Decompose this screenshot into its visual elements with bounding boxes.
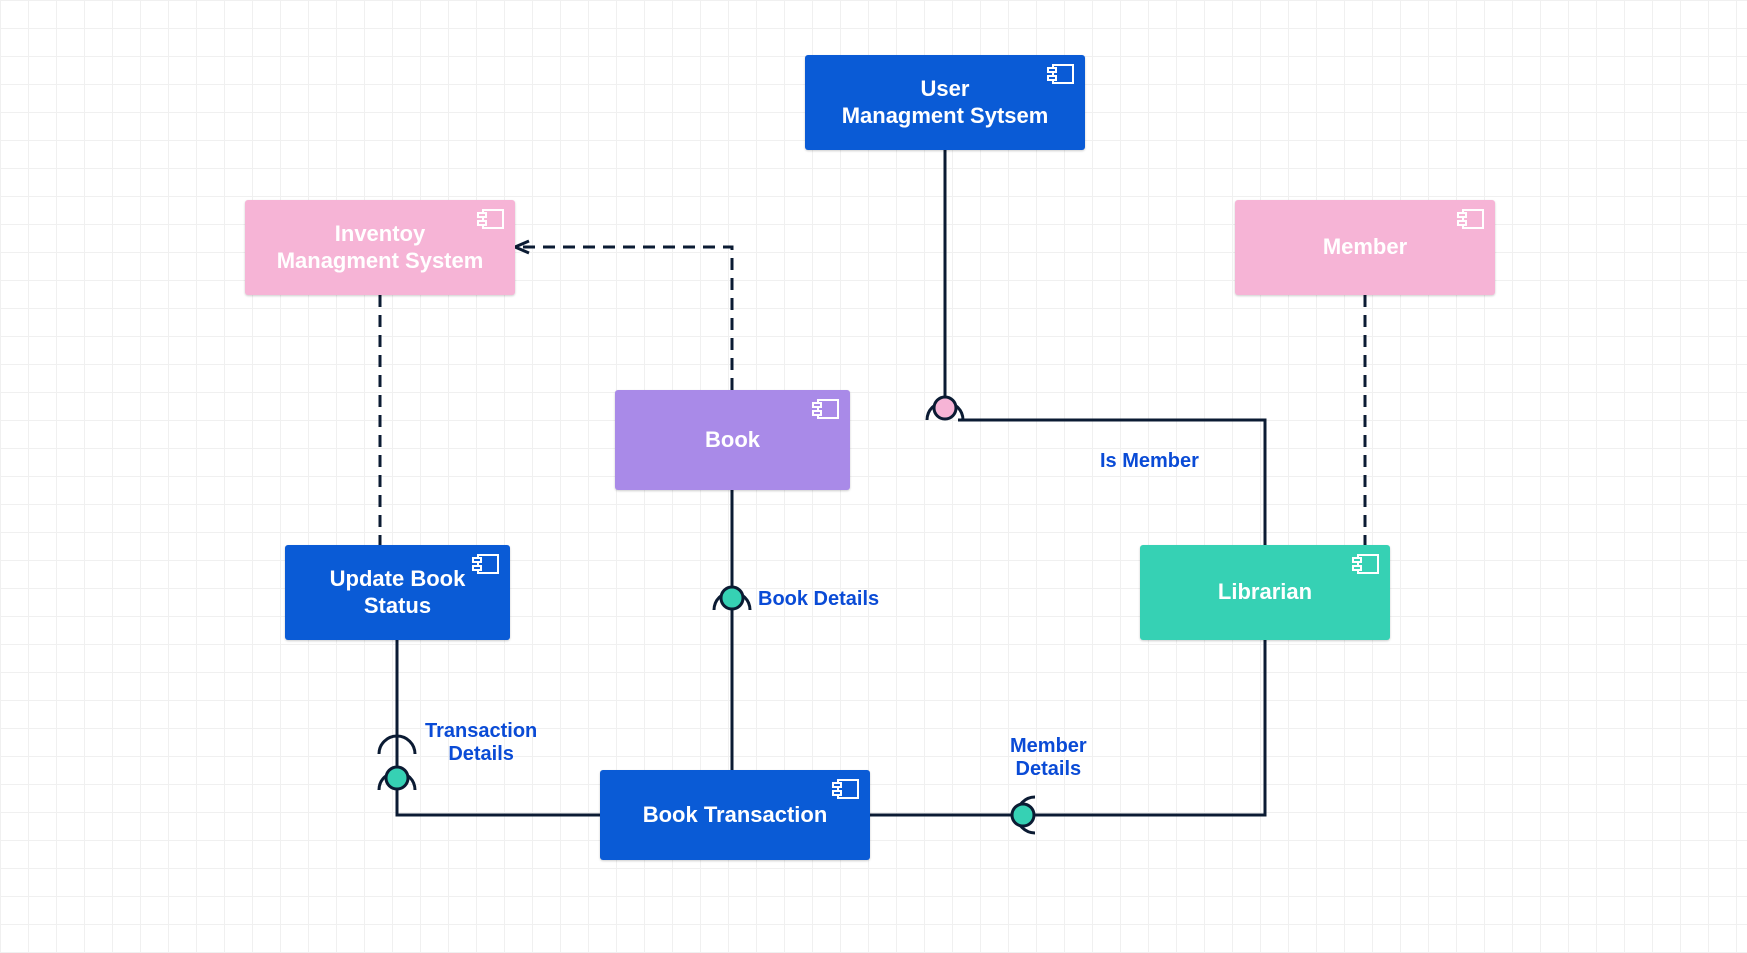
label-is-member: Is Member xyxy=(1100,450,1199,473)
edge-librarian-to-junction xyxy=(958,420,1265,545)
edge-book-to-inventory xyxy=(515,247,732,390)
component-icon xyxy=(1047,63,1075,85)
socket-txn-details-real xyxy=(379,772,415,790)
node-user-management[interactable]: UserManagment Sytsem xyxy=(805,55,1085,150)
component-icon xyxy=(1352,553,1380,575)
component-icon xyxy=(812,398,840,420)
node-label: Update BookStatus xyxy=(330,566,466,619)
node-label: Member xyxy=(1323,234,1407,260)
node-book[interactable]: Book xyxy=(615,390,850,490)
diagram-canvas[interactable]: UserManagment Sytsem InventoyManagment S… xyxy=(0,0,1747,953)
component-icon xyxy=(832,778,860,800)
socket-member-details xyxy=(1017,797,1035,833)
node-label: UserManagment Sytsem xyxy=(842,76,1049,129)
node-inventory-management[interactable]: InventoyManagment System xyxy=(245,200,515,295)
label-transaction-details: TransactionDetails xyxy=(425,720,537,766)
ball-txn-details xyxy=(386,767,408,789)
node-book-transaction[interactable]: Book Transaction xyxy=(600,770,870,860)
ball-book-details xyxy=(721,587,743,609)
component-icon xyxy=(1457,208,1485,230)
ball-is-member xyxy=(934,397,956,419)
ball-member-details xyxy=(1012,804,1034,826)
node-label: Book xyxy=(705,427,760,453)
node-label: Book Transaction xyxy=(643,802,828,828)
node-member[interactable]: Member xyxy=(1235,200,1495,295)
node-label: Librarian xyxy=(1218,579,1312,605)
node-label: InventoyManagment System xyxy=(277,221,484,274)
node-librarian[interactable]: Librarian xyxy=(1140,545,1390,640)
component-icon xyxy=(477,208,505,230)
socket-is-member xyxy=(927,402,963,420)
node-update-book-status[interactable]: Update BookStatus xyxy=(285,545,510,640)
label-book-details: Book Details xyxy=(758,588,879,611)
socket-txn-details xyxy=(379,736,415,754)
label-member-details: MemberDetails xyxy=(1010,735,1087,781)
edge-librarian-to-txn xyxy=(870,640,1265,815)
socket-book-details xyxy=(714,592,750,610)
component-icon xyxy=(472,553,500,575)
